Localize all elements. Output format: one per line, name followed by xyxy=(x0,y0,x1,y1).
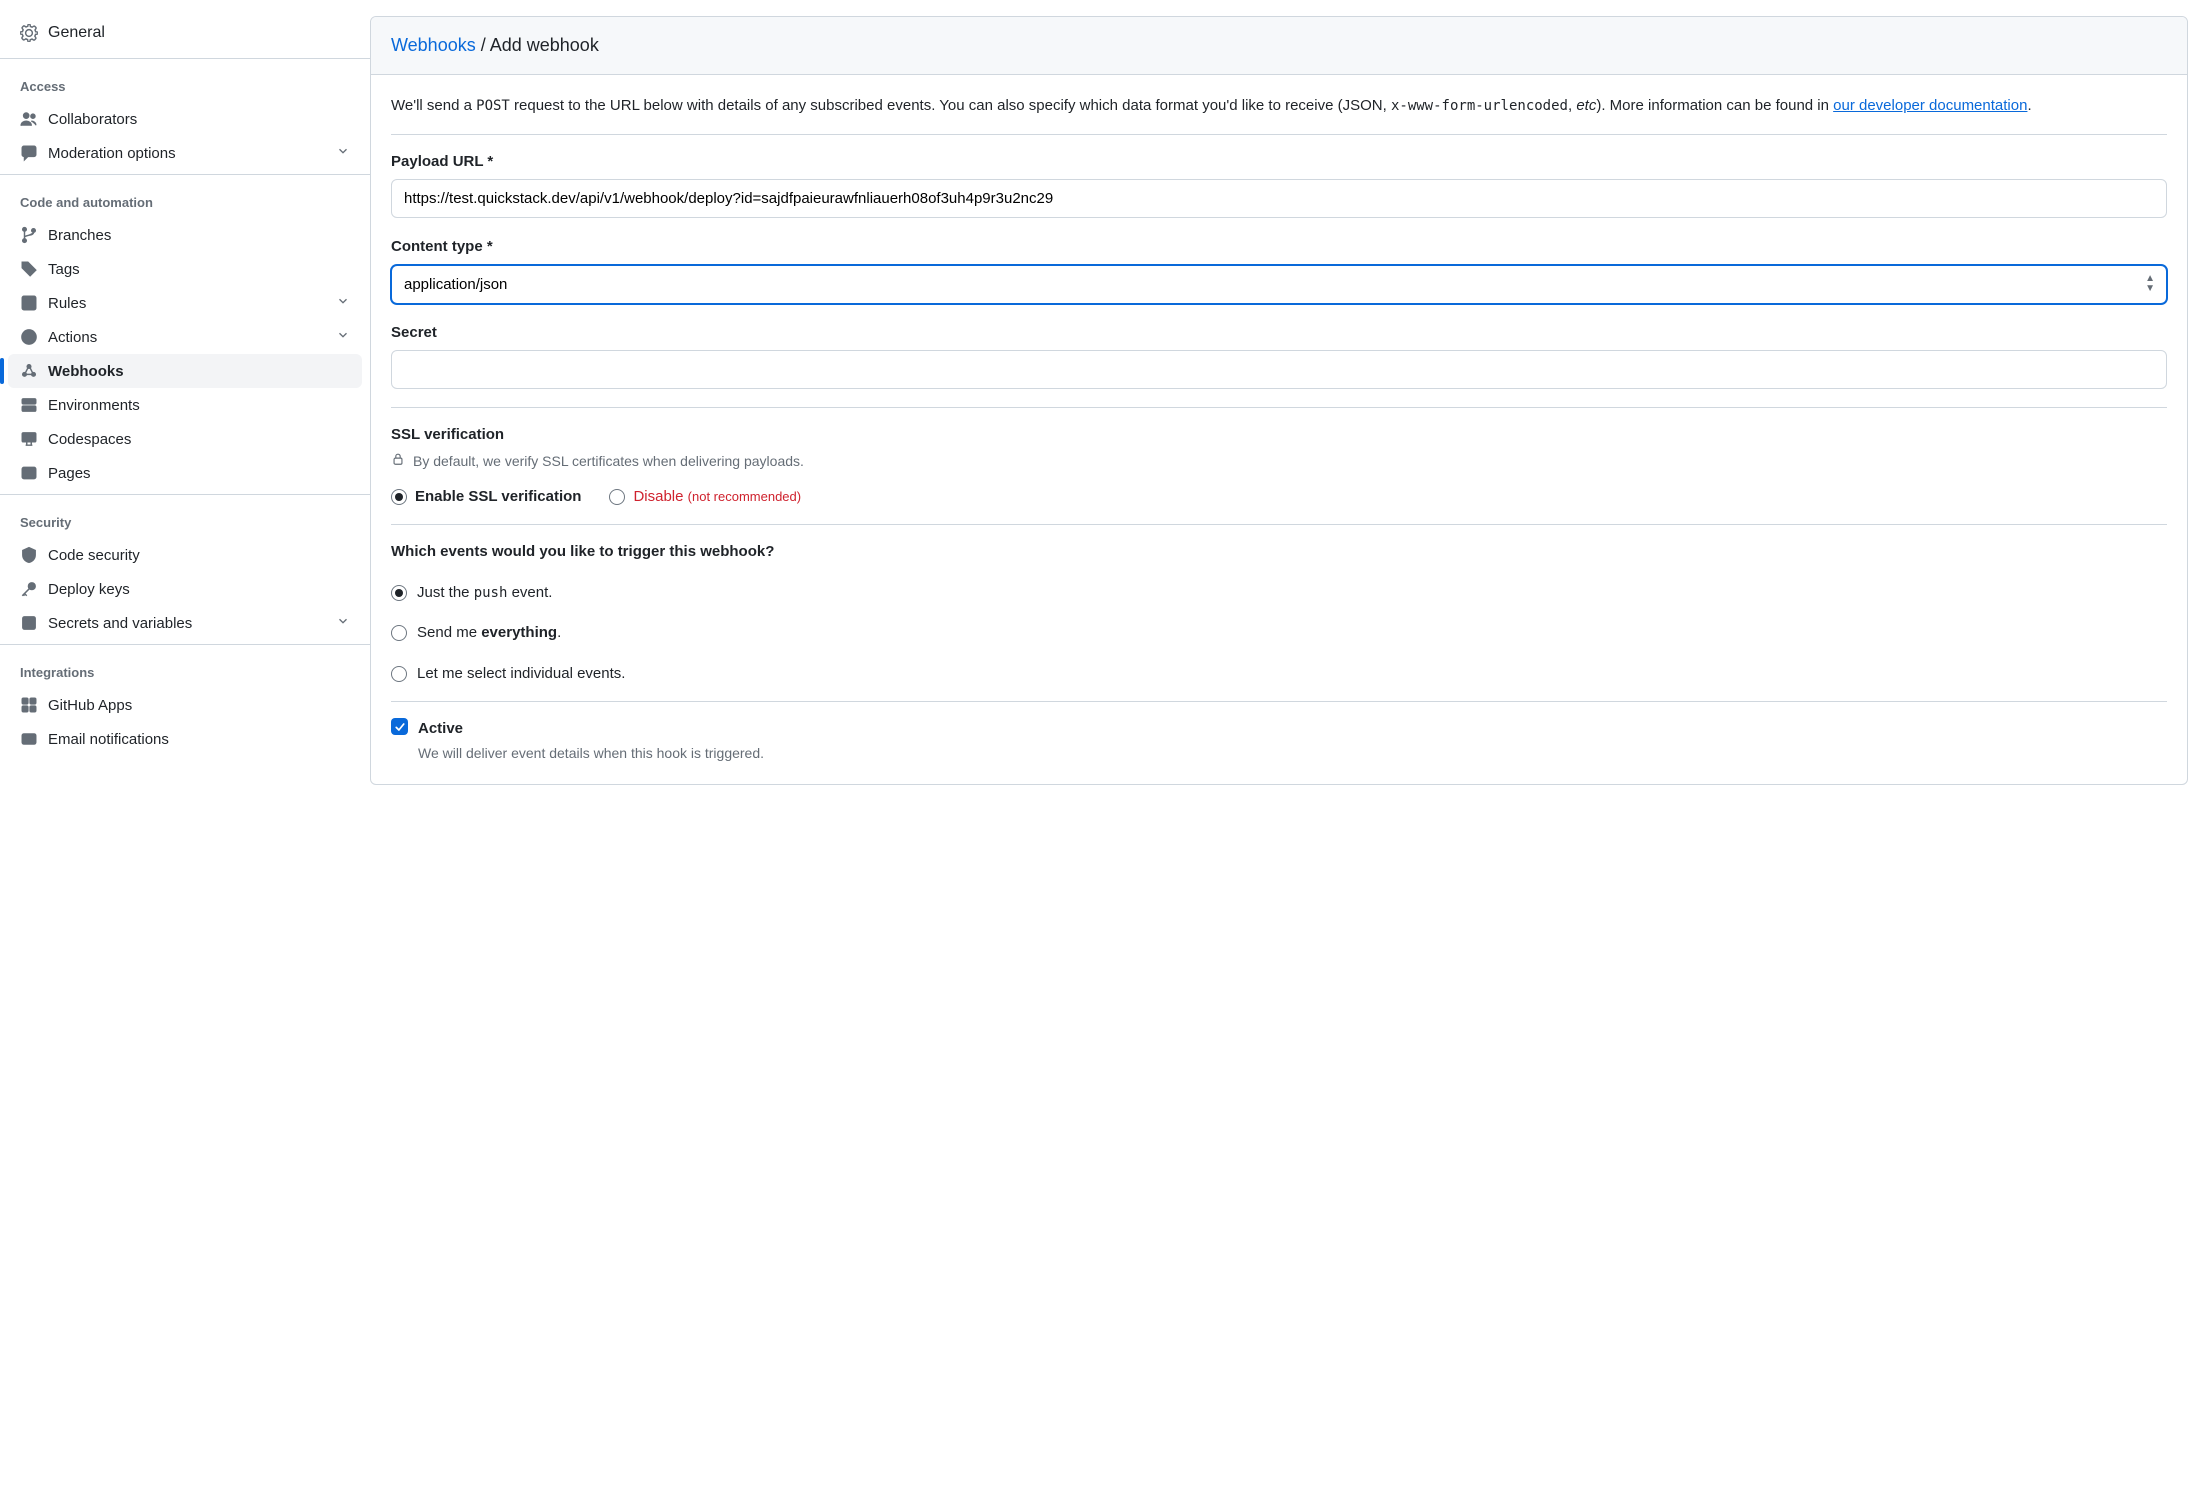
secret-icon xyxy=(20,614,38,632)
people-icon xyxy=(20,110,38,128)
divider xyxy=(391,407,2167,408)
sidebar-item-label: GitHub Apps xyxy=(48,697,350,714)
divider xyxy=(391,701,2167,702)
shield-icon xyxy=(20,546,38,564)
sidebar-item-general[interactable]: General xyxy=(8,12,362,54)
sidebar-section-integrations: Integrations xyxy=(8,649,362,688)
sidebar-item-label: Branches xyxy=(48,227,350,244)
sidebar-section-access: Access xyxy=(8,63,362,102)
sidebar-item-label: Deploy keys xyxy=(48,581,350,598)
sidebar-item-branches[interactable]: Branches xyxy=(8,218,362,252)
radio-icon xyxy=(391,489,407,505)
lock-icon xyxy=(391,451,405,472)
events-question: Which events would you like to trigger t… xyxy=(391,541,2167,564)
branch-icon xyxy=(20,226,38,244)
sidebar-item-code-security[interactable]: Code security xyxy=(8,538,362,572)
ssl-note: By default, we verify SSL certificates w… xyxy=(413,451,804,472)
sidebar-item-label: Webhooks xyxy=(48,363,350,380)
comment-icon xyxy=(20,144,38,162)
divider xyxy=(391,134,2167,135)
sidebar-item-label: Code security xyxy=(48,547,350,564)
secret-input[interactable] xyxy=(391,350,2167,389)
server-icon xyxy=(20,396,38,414)
sidebar-item-rules[interactable]: Rules xyxy=(8,286,362,320)
intro-text: We'll send a POST request to the URL bel… xyxy=(391,95,2167,118)
events-option-everything[interactable]: Send me everything. xyxy=(391,622,2167,645)
webhook-icon xyxy=(20,362,38,380)
sidebar-item-label: Secrets and variables xyxy=(48,615,336,632)
chevron-down-icon xyxy=(336,614,350,632)
play-icon xyxy=(20,328,38,346)
sidebar-item-secrets[interactable]: Secrets and variables xyxy=(8,606,362,640)
sidebar-item-label: Rules xyxy=(48,295,336,312)
radio-icon xyxy=(609,489,625,505)
radio-icon xyxy=(391,585,407,601)
sidebar-item-webhooks[interactable]: Webhooks xyxy=(8,354,362,388)
ssl-disable-note: (not recommended) xyxy=(688,489,801,504)
key-icon xyxy=(20,580,38,598)
events-option-individual[interactable]: Let me select individual events. xyxy=(391,663,2167,686)
sidebar-item-label: Actions xyxy=(48,329,336,346)
apps-icon xyxy=(20,696,38,714)
chevron-down-icon xyxy=(336,294,350,312)
sidebar-item-github-apps[interactable]: GitHub Apps xyxy=(8,688,362,722)
sidebar-item-deploy-keys[interactable]: Deploy keys xyxy=(8,572,362,606)
ssl-verification-heading: SSL verification xyxy=(391,424,2167,447)
sidebar-item-label: Tags xyxy=(48,261,350,278)
radio-icon xyxy=(391,666,407,682)
sidebar-item-label: Codespaces xyxy=(48,431,350,448)
chevron-down-icon xyxy=(336,144,350,162)
ssl-disable-option[interactable]: Disable (not recommended) xyxy=(609,486,801,509)
content-type-select[interactable]: application/json xyxy=(391,265,2167,304)
active-label: Active xyxy=(418,718,764,741)
payload-url-label: Payload URL * xyxy=(391,151,2167,174)
sidebar-item-label: General xyxy=(48,24,350,42)
tag-icon xyxy=(20,260,38,278)
gear-icon xyxy=(20,24,38,42)
sidebar-item-environments[interactable]: Environments xyxy=(8,388,362,422)
rules-icon xyxy=(20,294,38,312)
breadcrumb-current: Add webhook xyxy=(490,35,599,55)
sidebar-item-label: Email notifications xyxy=(48,731,350,748)
sidebar-item-label: Moderation options xyxy=(48,145,336,162)
settings-sidebar: General Access Collaborators Moderation … xyxy=(0,0,370,801)
breadcrumb-separator: / xyxy=(476,35,490,55)
radio-icon xyxy=(391,625,407,641)
ssl-enable-option[interactable]: Enable SSL verification xyxy=(391,486,581,509)
sidebar-item-label: Environments xyxy=(48,397,350,414)
mail-icon xyxy=(20,730,38,748)
sidebar-item-tags[interactable]: Tags xyxy=(8,252,362,286)
codespaces-icon xyxy=(20,430,38,448)
sidebar-item-label: Collaborators xyxy=(48,111,350,128)
sidebar-item-moderation[interactable]: Moderation options xyxy=(8,136,362,170)
docs-link[interactable]: our developer documentation xyxy=(1833,97,2027,114)
sidebar-item-collaborators[interactable]: Collaborators xyxy=(8,102,362,136)
sidebar-item-actions[interactable]: Actions xyxy=(8,320,362,354)
payload-url-input[interactable] xyxy=(391,179,2167,218)
sidebar-item-label: Pages xyxy=(48,465,350,482)
browser-icon xyxy=(20,464,38,482)
http-method: POST xyxy=(476,98,510,114)
ssl-enable-label: Enable SSL verification xyxy=(415,486,581,509)
chevron-down-icon xyxy=(336,328,350,346)
breadcrumb-parent-link[interactable]: Webhooks xyxy=(391,35,476,55)
sidebar-item-codespaces[interactable]: Codespaces xyxy=(8,422,362,456)
sidebar-item-email-notifications[interactable]: Email notifications xyxy=(8,722,362,756)
content-type-label: Content type * xyxy=(391,236,2167,259)
divider xyxy=(391,524,2167,525)
active-checkbox[interactable] xyxy=(391,718,408,735)
secret-label: Secret xyxy=(391,322,2167,345)
sidebar-section-code-automation: Code and automation xyxy=(8,179,362,218)
events-option-push[interactable]: Just the push event. xyxy=(391,582,2167,605)
main-content: Webhooks / Add webhook We'll send a POST… xyxy=(370,0,2212,801)
sidebar-section-security: Security xyxy=(8,499,362,538)
breadcrumb: Webhooks / Add webhook xyxy=(371,17,2187,75)
active-description: We will deliver event details when this … xyxy=(418,743,764,764)
sidebar-item-pages[interactable]: Pages xyxy=(8,456,362,490)
ssl-disable-label: Disable xyxy=(633,488,683,505)
